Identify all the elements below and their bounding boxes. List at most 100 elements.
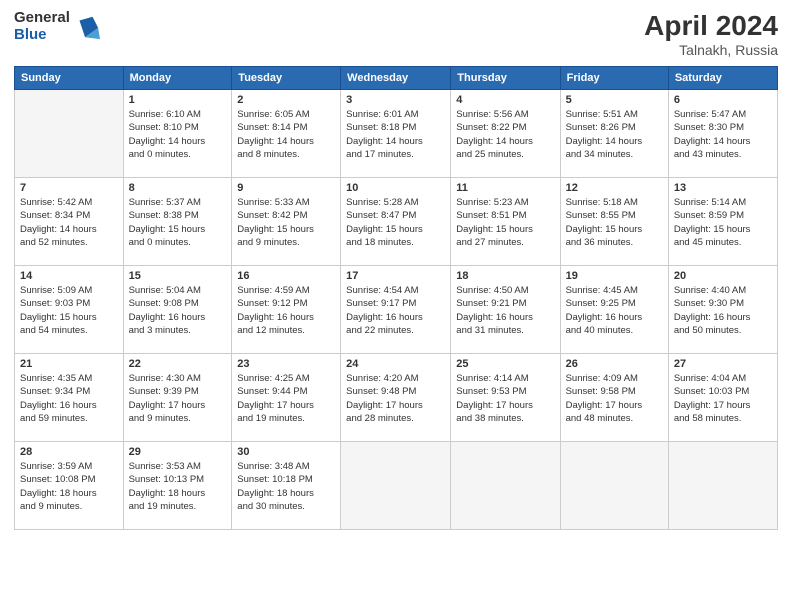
day-info: Sunrise: 3:53 AMSunset: 10:13 PMDaylight… bbox=[129, 460, 227, 513]
day-info: Sunrise: 5:47 AMSunset: 8:30 PMDaylight:… bbox=[674, 108, 772, 161]
day-number: 3 bbox=[346, 94, 445, 106]
day-number: 30 bbox=[237, 446, 335, 458]
day-number: 13 bbox=[674, 182, 772, 194]
day-number: 27 bbox=[674, 358, 772, 370]
day-number: 25 bbox=[456, 358, 554, 370]
day-number: 10 bbox=[346, 182, 445, 194]
table-row: 25 Sunrise: 4:14 AMSunset: 9:53 PMDayligh… bbox=[451, 354, 560, 442]
logo: General Blue bbox=[14, 10, 100, 43]
day-info: Sunrise: 5:56 AMSunset: 8:22 PMDaylight:… bbox=[456, 108, 554, 161]
table-row: 17Sunrise: 4:54 AMSunset: 9:17 PMDayligh… bbox=[341, 266, 451, 354]
calendar-week-row: 7 Sunrise: 5:42 AMSunset: 8:34 PMDaylight… bbox=[15, 178, 778, 266]
day-info: Sunrise: 5:14 AMSunset: 8:59 PMDaylight:… bbox=[674, 196, 772, 249]
day-number: 29 bbox=[129, 446, 227, 458]
day-number: 18 bbox=[456, 270, 554, 282]
col-wednesday: Wednesday bbox=[341, 67, 451, 90]
logo-blue: Blue bbox=[14, 27, 70, 44]
calendar-week-row: 21Sunrise: 4:35 AMSunset: 9:34 PMDayligh… bbox=[15, 354, 778, 442]
day-info: Sunrise: 6:01 AMSunset: 8:18 PMDaylight:… bbox=[346, 108, 445, 161]
day-number: 7 bbox=[20, 182, 118, 194]
col-friday: Friday bbox=[560, 67, 668, 90]
day-number: 28 bbox=[20, 446, 118, 458]
day-number: 24 bbox=[346, 358, 445, 370]
table-row: 9Sunrise: 5:33 AMSunset: 8:42 PMDaylight… bbox=[232, 178, 341, 266]
day-info: Sunrise: 5:28 AMSunset: 8:47 PMDaylight:… bbox=[346, 196, 445, 249]
table-row: 10 Sunrise: 5:28 AMSunset: 8:47 PMDayligh… bbox=[341, 178, 451, 266]
day-number: 4 bbox=[456, 94, 554, 106]
sub-title: Talnakh, Russia bbox=[644, 42, 778, 58]
day-info: Sunrise: 4:40 AMSunset: 9:30 PMDaylight:… bbox=[674, 284, 772, 337]
col-thursday: Thursday bbox=[451, 67, 560, 90]
table-row: 8Sunrise: 5:37 AMSunset: 8:38 PMDaylight… bbox=[123, 178, 232, 266]
table-row: 4 Sunrise: 5:56 AMSunset: 8:22 PMDaylight… bbox=[451, 90, 560, 178]
day-info: Sunrise: 6:05 AMSunset: 8:14 PMDaylight:… bbox=[237, 108, 335, 161]
day-number: 14 bbox=[20, 270, 118, 282]
table-row: 26 Sunrise: 4:09 AMSunset: 9:58 PMDayligh… bbox=[560, 354, 668, 442]
page: General Blue April 2024 Talnakh, Russia … bbox=[0, 0, 792, 612]
day-number: 21 bbox=[20, 358, 118, 370]
table-row bbox=[341, 442, 451, 530]
table-row: 6 Sunrise: 5:47 AMSunset: 8:30 PMDaylight… bbox=[668, 90, 777, 178]
main-title: April 2024 bbox=[644, 10, 778, 42]
day-number: 22 bbox=[129, 358, 227, 370]
day-number: 26 bbox=[566, 358, 663, 370]
day-number: 12 bbox=[566, 182, 663, 194]
header: General Blue April 2024 Talnakh, Russia bbox=[14, 10, 778, 58]
table-row bbox=[451, 442, 560, 530]
day-info: Sunrise: 4:45 AMSunset: 9:25 PMDaylight:… bbox=[566, 284, 663, 337]
table-row: 13 Sunrise: 5:14 AMSunset: 8:59 PMDayligh… bbox=[668, 178, 777, 266]
table-row: 20 Sunrise: 4:40 AMSunset: 9:30 PMDayligh… bbox=[668, 266, 777, 354]
table-row bbox=[560, 442, 668, 530]
table-row: 5 Sunrise: 5:51 AMSunset: 8:26 PMDaylight… bbox=[560, 90, 668, 178]
table-row: 1Sunrise: 6:10 AMSunset: 8:10 PMDaylight… bbox=[123, 90, 232, 178]
col-sunday: Sunday bbox=[15, 67, 124, 90]
table-row bbox=[15, 90, 124, 178]
day-info: Sunrise: 3:48 AMSunset: 10:18 PMDaylight… bbox=[237, 460, 335, 513]
day-info: Sunrise: 5:37 AMSunset: 8:38 PMDaylight:… bbox=[129, 196, 227, 249]
table-row: 24Sunrise: 4:20 AMSunset: 9:48 PMDayligh… bbox=[341, 354, 451, 442]
table-row: 19 Sunrise: 4:45 AMSunset: 9:25 PMDayligh… bbox=[560, 266, 668, 354]
table-row: 11 Sunrise: 5:23 AMSunset: 8:51 PMDayligh… bbox=[451, 178, 560, 266]
table-row: 18Sunrise: 4:50 AMSunset: 9:21 PMDayligh… bbox=[451, 266, 560, 354]
table-row: 3 Sunrise: 6:01 AMSunset: 8:18 PMDaylight… bbox=[341, 90, 451, 178]
col-monday: Monday bbox=[123, 67, 232, 90]
table-row: 27Sunrise: 4:04 AMSunset: 10:03 PMDaylig… bbox=[668, 354, 777, 442]
day-info: Sunrise: 5:09 AMSunset: 9:03 PMDaylight:… bbox=[20, 284, 118, 337]
day-number: 20 bbox=[674, 270, 772, 282]
calendar-week-row: 1Sunrise: 6:10 AMSunset: 8:10 PMDaylight… bbox=[15, 90, 778, 178]
table-row: 22 Sunrise: 4:30 AMSunset: 9:39 PMDayligh… bbox=[123, 354, 232, 442]
logo-general: General bbox=[14, 10, 70, 27]
calendar-week-row: 14 Sunrise: 5:09 AMSunset: 9:03 PMDayligh… bbox=[15, 266, 778, 354]
logo-icon bbox=[72, 13, 100, 41]
day-info: Sunrise: 5:42 AMSunset: 8:34 PMDaylight:… bbox=[20, 196, 118, 249]
calendar-table: Sunday Monday Tuesday Wednesday Thursday… bbox=[14, 66, 778, 530]
day-number: 5 bbox=[566, 94, 663, 106]
table-row: 21Sunrise: 4:35 AMSunset: 9:34 PMDayligh… bbox=[15, 354, 124, 442]
day-info: Sunrise: 4:30 AMSunset: 9:39 PMDaylight:… bbox=[129, 372, 227, 425]
table-row: 30 Sunrise: 3:48 AMSunset: 10:18 PMDaylig… bbox=[232, 442, 341, 530]
table-row: 14 Sunrise: 5:09 AMSunset: 9:03 PMDayligh… bbox=[15, 266, 124, 354]
day-info: Sunrise: 4:25 AMSunset: 9:44 PMDaylight:… bbox=[237, 372, 335, 425]
day-info: Sunrise: 5:51 AMSunset: 8:26 PMDaylight:… bbox=[566, 108, 663, 161]
table-row: 2 Sunrise: 6:05 AMSunset: 8:14 PMDaylight… bbox=[232, 90, 341, 178]
table-row: 29 Sunrise: 3:53 AMSunset: 10:13 PMDaylig… bbox=[123, 442, 232, 530]
table-row: 15 Sunrise: 5:04 AMSunset: 9:08 PMDayligh… bbox=[123, 266, 232, 354]
day-info: Sunrise: 5:04 AMSunset: 9:08 PMDaylight:… bbox=[129, 284, 227, 337]
table-row: 16Sunrise: 4:59 AMSunset: 9:12 PMDayligh… bbox=[232, 266, 341, 354]
col-tuesday: Tuesday bbox=[232, 67, 341, 90]
table-row: 7 Sunrise: 5:42 AMSunset: 8:34 PMDaylight… bbox=[15, 178, 124, 266]
day-number: 2 bbox=[237, 94, 335, 106]
table-row bbox=[668, 442, 777, 530]
day-number: 19 bbox=[566, 270, 663, 282]
day-info: Sunrise: 4:09 AMSunset: 9:58 PMDaylight:… bbox=[566, 372, 663, 425]
day-number: 16 bbox=[237, 270, 335, 282]
table-row: 12Sunrise: 5:18 AMSunset: 8:55 PMDayligh… bbox=[560, 178, 668, 266]
day-number: 6 bbox=[674, 94, 772, 106]
calendar-week-row: 28Sunrise: 3:59 AMSunset: 10:08 PMDaylig… bbox=[15, 442, 778, 530]
day-info: Sunrise: 4:14 AMSunset: 9:53 PMDaylight:… bbox=[456, 372, 554, 425]
day-info: Sunrise: 5:23 AMSunset: 8:51 PMDaylight:… bbox=[456, 196, 554, 249]
day-number: 11 bbox=[456, 182, 554, 194]
title-block: April 2024 Talnakh, Russia bbox=[644, 10, 778, 58]
day-number: 15 bbox=[129, 270, 227, 282]
day-info: Sunrise: 4:54 AMSunset: 9:17 PMDaylight:… bbox=[346, 284, 445, 337]
